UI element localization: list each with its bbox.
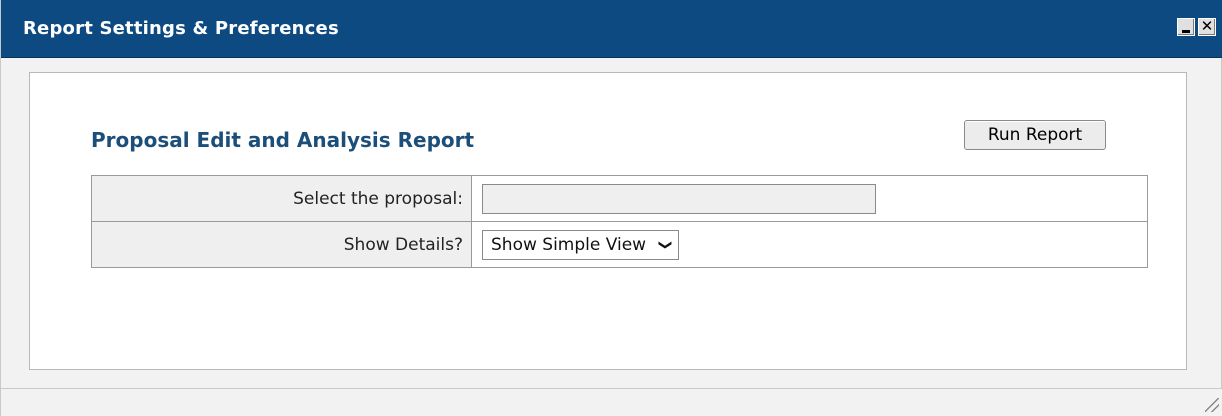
close-button[interactable]: ✕ <box>1198 17 1216 36</box>
window-title: Report Settings & Preferences <box>23 18 339 39</box>
settings-form-table: Select the proposal: Show Details? Show … <box>91 175 1148 268</box>
minimize-icon <box>1182 30 1190 33</box>
run-report-button[interactable]: Run Report <box>964 120 1106 150</box>
proposal-label: Select the proposal: <box>91 175 472 222</box>
proposal-field-cell <box>471 175 1148 222</box>
chevron-down-icon: ❯ <box>657 239 673 250</box>
minimize-button[interactable] <box>1177 18 1195 36</box>
close-icon: ✕ <box>1200 17 1214 35</box>
proposal-input[interactable] <box>482 183 876 214</box>
show-details-select[interactable]: Show Simple View ❯ <box>482 229 680 260</box>
form-row-proposal: Select the proposal: <box>91 175 1148 222</box>
title-bar: Report Settings & Preferences ✕ <box>1 0 1222 58</box>
report-settings-window: Report Settings & Preferences ✕ Proposal… <box>0 0 1222 416</box>
details-field-cell: Show Simple View ❯ <box>471 221 1148 268</box>
status-bar <box>1 388 1222 416</box>
report-title: Proposal Edit and Analysis Report <box>91 128 475 152</box>
show-details-label: Show Details? <box>91 221 472 268</box>
report-panel: Proposal Edit and Analysis Report Run Re… <box>29 72 1187 370</box>
form-row-details: Show Details? Show Simple View ❯ <box>91 221 1148 268</box>
show-details-selected: Show Simple View <box>491 234 647 255</box>
resize-grip-icon[interactable] <box>1205 398 1219 412</box>
